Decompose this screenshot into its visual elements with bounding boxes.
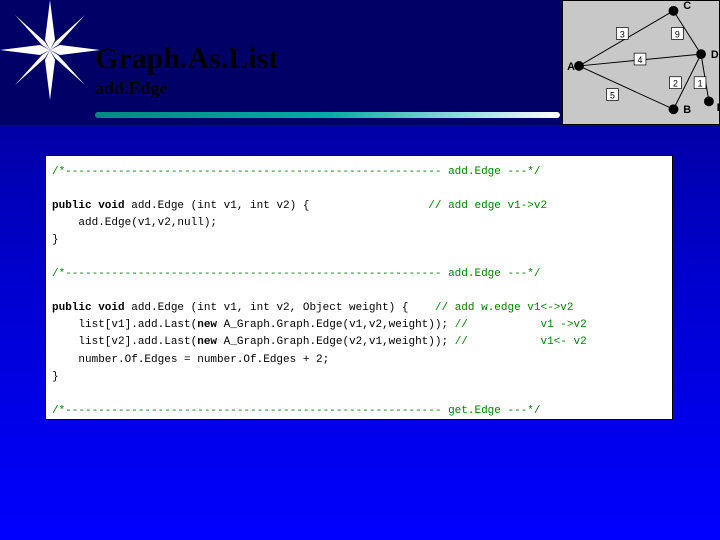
- code-line: public void add.Edge (int v1, int v2) { …: [52, 198, 666, 215]
- svg-text:1: 1: [698, 79, 703, 89]
- code-line: public void add.Edge (int v1, int v2, Ob…: [52, 300, 666, 317]
- svg-text:3: 3: [620, 29, 625, 39]
- slide-subtitle: add.Edge: [95, 78, 278, 99]
- svg-text:5: 5: [610, 90, 615, 100]
- code-line: add.Edge(v1,v2,null);: [52, 215, 666, 232]
- svg-text:2: 2: [673, 79, 678, 89]
- header-divider: [95, 112, 560, 118]
- svg-text:4: 4: [638, 55, 643, 65]
- code-line: [52, 386, 666, 403]
- svg-text:A: A: [567, 61, 575, 73]
- svg-text:D: D: [711, 49, 719, 61]
- code-line: [52, 249, 666, 266]
- graph-diagram: 534921ABCDE: [562, 0, 720, 125]
- starburst-icon: [0, 0, 100, 100]
- code-line: }: [52, 369, 666, 386]
- code-line: /*--------------------------------------…: [52, 266, 666, 283]
- svg-text:C: C: [683, 0, 691, 12]
- slide-header: Graph.As.List add.Edge 534921ABCDE: [0, 0, 720, 125]
- code-line: number.Of.Edges = number.Of.Edges + 2;: [52, 352, 666, 369]
- code-line: [52, 181, 666, 198]
- slide-title: Graph.As.List: [95, 42, 278, 76]
- code-line: }: [52, 232, 666, 249]
- svg-text:9: 9: [675, 29, 680, 39]
- code-line: /*--------------------------------------…: [52, 164, 666, 181]
- code-line: [52, 283, 666, 300]
- svg-text:B: B: [683, 104, 691, 116]
- code-line: list[v1].add.Last(new A_Graph.Graph.Edge…: [52, 317, 666, 334]
- code-line: list[v2].add.Last(new A_Graph.Graph.Edge…: [52, 334, 666, 351]
- code-line: /*--------------------------------------…: [52, 403, 666, 420]
- code-listing: /*--------------------------------------…: [45, 155, 673, 420]
